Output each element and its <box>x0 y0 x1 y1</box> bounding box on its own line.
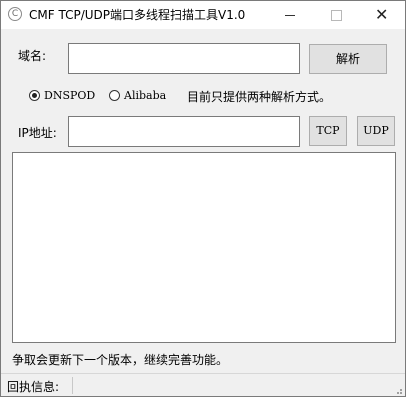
window-title: CMF TCP/UDP端口多线程扫描工具V1.0 <box>29 8 246 22</box>
tcp-scan-button[interactable]: TCP <box>309 116 347 146</box>
status-bar: 回执信息: <box>1 373 405 396</box>
ip-input[interactable] <box>68 116 300 147</box>
domain-input[interactable] <box>68 43 300 74</box>
ip-label: IP地址: <box>18 126 57 140</box>
maximize-button[interactable] <box>313 1 359 29</box>
status-label: 回执信息: <box>7 380 60 394</box>
domain-label: 域名: <box>18 49 47 63</box>
output-textarea[interactable] <box>12 152 396 343</box>
radio-alibaba[interactable] <box>109 90 120 101</box>
minimize-button[interactable] <box>267 1 313 29</box>
radio-dnspod-label[interactable]: DNSPOD <box>44 89 95 102</box>
radio-selected-dot <box>32 93 37 98</box>
close-button[interactable]: ✕ <box>359 1 405 29</box>
maximize-icon <box>331 10 342 21</box>
resolve-button[interactable]: 解析 <box>309 44 387 74</box>
app-icon: C <box>8 7 22 21</box>
resize-grip-icon[interactable] <box>393 385 403 395</box>
close-icon: ✕ <box>375 5 389 24</box>
udp-scan-button[interactable]: UDP <box>357 116 395 146</box>
resolve-methods-note: 目前只提供两种解析方式。 <box>187 90 332 104</box>
status-divider <box>72 377 73 394</box>
minimize-icon <box>285 15 295 16</box>
radio-dnspod[interactable] <box>29 90 40 101</box>
title-bar[interactable]: C CMF TCP/UDP端口多线程扫描工具V1.0 ✕ <box>1 1 405 29</box>
radio-alibaba-label[interactable]: Alibaba <box>124 89 166 102</box>
footer-note: 争取会更新下一个版本，继续完善功能。 <box>12 353 229 367</box>
main-window: C CMF TCP/UDP端口多线程扫描工具V1.0 ✕ 域名: 解析 DNSP… <box>0 0 406 397</box>
